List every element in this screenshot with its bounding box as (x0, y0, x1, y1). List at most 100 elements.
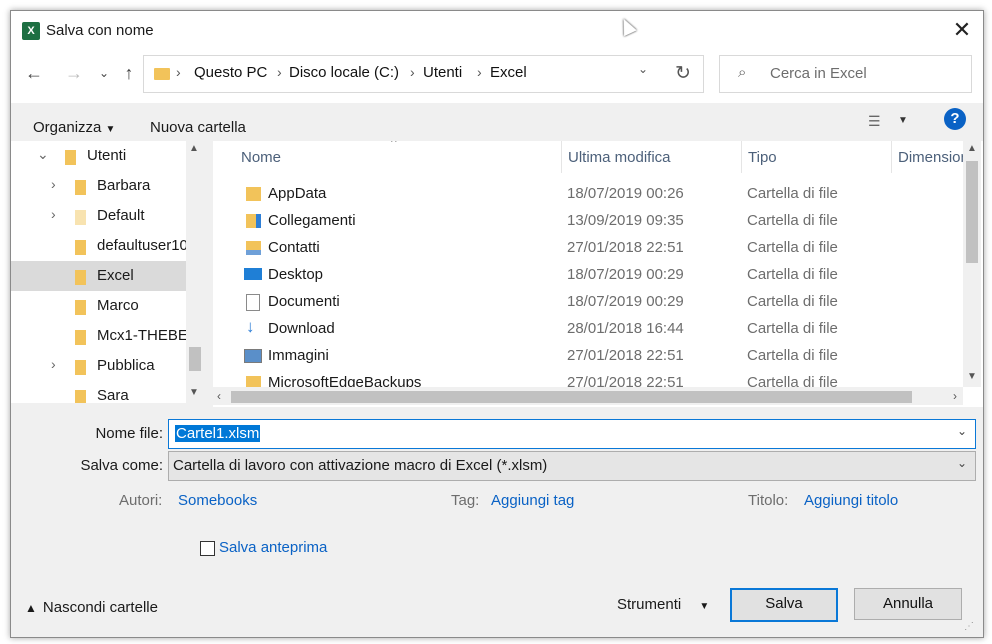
resize-grip-icon[interactable]: ⋰ (964, 621, 978, 633)
chevron-up-icon: ▲ (25, 601, 37, 615)
sidebar-item-sara[interactable]: Sara (11, 381, 186, 403)
sidebar-item-pubblica[interactable]: › Pubblica (11, 351, 186, 381)
back-arrow-icon[interactable]: ← (21, 60, 47, 86)
sidebar-item-label: Excel (97, 267, 134, 284)
authors-label: Autori: (119, 492, 163, 509)
scroll-up-icon[interactable]: ▲ (189, 143, 199, 154)
file-name: Immagini (268, 347, 329, 364)
search-icon: ⌕ (738, 64, 747, 81)
breadcrumb-disco-locale[interactable]: Disco locale (C:) (289, 64, 399, 81)
file-date: 18/07/2019 00:26 (567, 185, 684, 202)
folder-icon (75, 330, 86, 345)
sidebar-item-barbara[interactable]: › Barbara (11, 171, 186, 201)
breadcrumb-utenti[interactable]: Utenti (423, 64, 462, 81)
add-title-link[interactable]: Aggiungi titolo (804, 492, 898, 509)
table-row[interactable]: Desktop 18/07/2019 00:29 Cartella di fil… (213, 262, 963, 289)
search-box[interactable]: ⌕ Cerca in Excel (719, 55, 972, 93)
tools-button[interactable]: Strumenti ▼ (617, 596, 709, 613)
sidebar-item-excel[interactable]: Excel (11, 261, 186, 291)
add-tag-link[interactable]: Aggiungi tag (491, 492, 574, 509)
refresh-icon[interactable]: ↻ (663, 55, 704, 93)
scroll-thumb[interactable] (189, 347, 201, 371)
sort-ascending-icon: ^ (391, 141, 397, 149)
title-label: Titolo: (748, 492, 789, 509)
address-dropdown-icon[interactable]: ⌄ (638, 62, 648, 76)
sidebar-item-mcx1[interactable]: Mcx1-THEBEA (11, 321, 198, 351)
folder-icon (75, 270, 86, 285)
table-row[interactable]: AppData 18/07/2019 00:26 Cartella di fil… (213, 181, 963, 208)
view-options-icon[interactable]: ☰ (868, 113, 881, 130)
scroll-right-icon[interactable]: › (953, 389, 957, 403)
file-type: Cartella di file (747, 239, 838, 256)
scroll-up-icon[interactable]: ▲ (967, 143, 977, 154)
sidebar-scrollbar[interactable]: ▲ ▼ (186, 141, 204, 403)
chevron-right-icon[interactable]: › (51, 356, 56, 372)
table-row[interactable]: Documenti 18/07/2019 00:29 Cartella di f… (213, 289, 963, 316)
folder-icon (75, 360, 86, 375)
download-icon: ↓ (246, 317, 255, 336)
sidebar-item-defaultuser[interactable]: defaultuser10 (11, 231, 188, 261)
authors-value[interactable]: Somebooks (178, 492, 257, 509)
scroll-down-icon[interactable]: ▼ (967, 371, 977, 382)
column-header-label: Ultima modifica (568, 149, 671, 166)
sidebar-item-default[interactable]: › Default (11, 201, 186, 231)
chevron-right-icon[interactable]: › (51, 176, 56, 192)
chevron-down-icon[interactable]: ⌄ (957, 424, 967, 438)
column-header-label: Tipo (748, 149, 777, 166)
chevron-down-icon[interactable]: ⌄ (957, 456, 967, 470)
save-button[interactable]: Salva (730, 588, 838, 622)
navigation-pane: ⌄ Utenti › Barbara › Default defaultuser… (11, 141, 204, 403)
column-header-type[interactable]: Tipo (741, 141, 892, 173)
navigation-bar: ← → ⌄ ↑ › Questo PC › Disco locale (C:) … (11, 51, 983, 103)
scroll-left-icon[interactable]: ‹ (217, 389, 221, 403)
scroll-thumb[interactable] (966, 161, 978, 263)
file-type: Cartella di file (747, 212, 838, 229)
desktop-icon (244, 268, 262, 280)
close-icon[interactable]: ✕ (949, 17, 975, 43)
cancel-button[interactable]: Annulla (854, 588, 962, 620)
filename-label: Nome file: (95, 425, 163, 442)
folder-icon (154, 68, 170, 80)
help-icon[interactable]: ? (944, 108, 966, 130)
recent-locations-chevron-icon[interactable]: ⌄ (91, 60, 117, 86)
column-header-name[interactable]: Nome ^ (213, 141, 561, 173)
breadcrumb-excel[interactable]: Excel (490, 64, 527, 81)
new-folder-button[interactable]: Nuova cartella (150, 119, 246, 136)
up-arrow-icon[interactable]: ↑ (116, 60, 142, 86)
column-header-modified[interactable]: Ultima modifica (561, 141, 742, 173)
sidebar-item-marco[interactable]: Marco (11, 291, 186, 321)
filetype-select[interactable]: Cartella di lavoro con attivazione macro… (168, 451, 976, 481)
forward-arrow-icon[interactable]: → (61, 60, 87, 86)
chevron-right-icon[interactable]: › (51, 206, 56, 222)
address-bar[interactable]: › Questo PC › Disco locale (C:) › Utenti… (143, 55, 664, 93)
chevron-down-icon[interactable]: ⌄ (37, 146, 49, 163)
caret-down-icon: ▼ (105, 124, 116, 135)
scroll-down-icon[interactable]: ▼ (189, 387, 199, 398)
sidebar-item-label: Utenti (87, 147, 127, 164)
sidebar-item-utenti[interactable]: ⌄ Utenti (11, 141, 186, 171)
search-input[interactable]: Cerca in Excel (770, 65, 867, 82)
pictures-icon (244, 349, 262, 363)
table-row[interactable]: Immagini 27/01/2018 22:51 Cartella di fi… (213, 343, 963, 370)
file-date: 28/01/2018 16:44 (567, 320, 684, 337)
save-preview-label[interactable]: Salva anteprima (219, 539, 327, 556)
save-preview-checkbox[interactable] (200, 541, 215, 556)
filetype-value: Cartella di lavoro con attivazione macro… (173, 457, 548, 474)
organize-button[interactable]: Organizza ▼ (33, 119, 115, 136)
file-type: Cartella di file (747, 320, 838, 337)
folder-icon (75, 390, 86, 403)
table-row[interactable]: ↓ Download 28/01/2018 16:44 Cartella di … (213, 316, 963, 343)
file-date: 18/07/2019 00:29 (567, 293, 684, 310)
filename-input[interactable]: Cartel1.xlsm (175, 425, 261, 442)
file-date: 13/09/2019 09:35 (567, 212, 684, 229)
hide-folders-button[interactable]: ▲ Nascondi cartelle (25, 599, 158, 616)
scroll-thumb[interactable] (231, 391, 912, 403)
sidebar-item-label: defaultuser10 (97, 237, 188, 254)
table-row[interactable]: Collegamenti 13/09/2019 09:35 Cartella d… (213, 208, 963, 235)
view-dropdown-icon[interactable]: ▼ (898, 115, 908, 126)
excel-icon: X (22, 22, 40, 40)
file-name: AppData (268, 185, 327, 202)
breadcrumb-questo-pc[interactable]: Questo PC (194, 64, 267, 81)
table-row[interactable]: Contatti 27/01/2018 22:51 Cartella di fi… (213, 235, 963, 262)
filename-field[interactable]: Cartel1.xlsm ⌄ (168, 419, 976, 449)
